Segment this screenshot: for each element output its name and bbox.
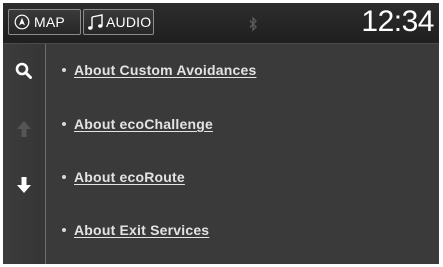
map-button-label: MAP <box>34 14 65 30</box>
list-item-label: About Exit Services <box>74 222 210 238</box>
list-item-label: About ecoChallenge <box>74 116 213 132</box>
top-bar: MAP AUDIO 12:34 <box>3 3 439 44</box>
scroll-up-button[interactable] <box>11 116 37 142</box>
help-topic-list: About Custom Avoidances About ecoChallen… <box>46 44 439 264</box>
bullet <box>62 228 66 232</box>
help-topics-screen: MAP AUDIO 12:34 About Custom Avoidances … <box>3 3 439 264</box>
list-item[interactable]: About Custom Avoidances <box>46 50 439 90</box>
map-button[interactable]: MAP <box>8 9 81 35</box>
music-note-icon <box>87 13 105 31</box>
list-item[interactable]: About ecoChallenge <box>46 104 439 144</box>
bullet <box>62 122 66 126</box>
navigation-arrow-icon <box>14 14 30 30</box>
audio-button[interactable]: AUDIO <box>83 9 154 35</box>
arrow-up-icon <box>16 120 32 138</box>
bullet <box>62 175 66 179</box>
scroll-down-button[interactable] <box>11 172 37 198</box>
bullet <box>62 68 66 72</box>
bluetooth-icon <box>248 16 258 32</box>
clock: 12:34 <box>361 5 434 38</box>
search-icon <box>15 62 33 80</box>
side-rail <box>3 44 46 264</box>
search-button[interactable] <box>11 58 37 84</box>
list-item-label: About Custom Avoidances <box>74 62 257 78</box>
audio-button-label: AUDIO <box>106 14 152 30</box>
list-item[interactable]: About Exit Services <box>46 210 439 250</box>
list-item-label: About ecoRoute <box>74 169 185 185</box>
arrow-down-icon <box>16 176 32 194</box>
list-item[interactable]: About ecoRoute <box>46 157 439 197</box>
